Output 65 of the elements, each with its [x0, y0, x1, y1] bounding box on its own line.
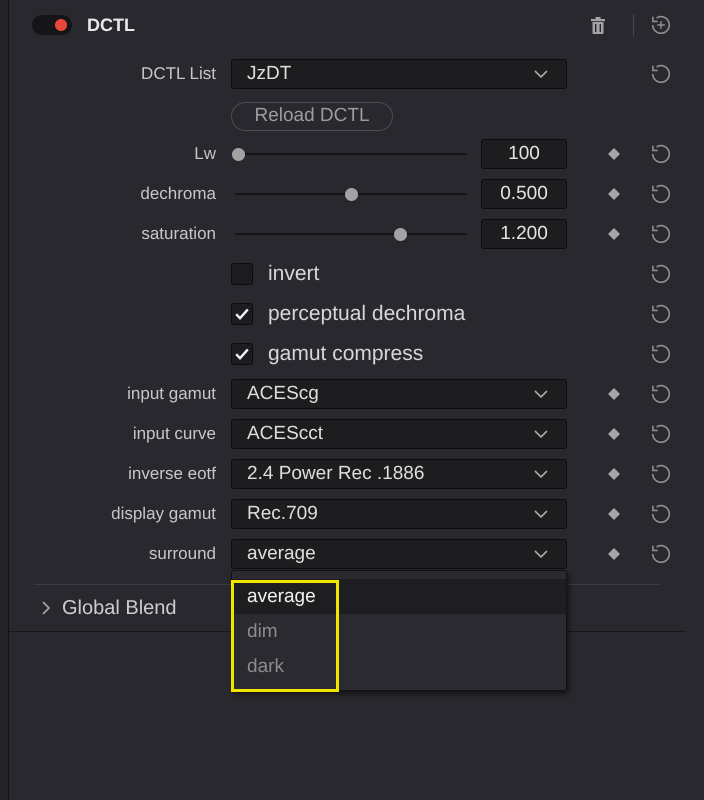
checkbox[interactable]: [231, 343, 253, 365]
keyframe-diamond-icon[interactable]: [608, 468, 620, 480]
checkbox-label: perceptual dechroma: [268, 302, 466, 326]
param-label: inverse eotf: [128, 464, 216, 484]
reset-icon[interactable]: [650, 383, 672, 405]
dropdown[interactable]: 2.4 Power Rec .1886: [231, 459, 567, 489]
toggle-switch[interactable]: [32, 15, 72, 35]
param-label: dechroma: [140, 184, 216, 204]
chevron-down-icon: [534, 70, 548, 78]
dropdown[interactable]: average: [231, 539, 567, 569]
trash-icon[interactable]: [591, 16, 605, 34]
dropdown[interactable]: ACEScg: [231, 379, 567, 409]
reload-button[interactable]: Reload DCTL: [231, 102, 393, 130]
slider-thumb[interactable]: [232, 148, 245, 160]
param-label: surround: [148, 544, 216, 564]
param-label: saturation: [141, 224, 216, 244]
reset-icon[interactable]: [650, 183, 672, 205]
reset-icon[interactable]: [650, 63, 672, 85]
reset-icon[interactable]: [650, 343, 672, 365]
checkbox-label: invert: [268, 262, 320, 286]
param-label: display gamut: [111, 504, 216, 524]
slider-thumb[interactable]: [394, 228, 407, 240]
value-field[interactable]: 1.200: [481, 219, 567, 249]
dropdown[interactable]: Rec.709: [231, 499, 567, 529]
chevron-down-icon: [534, 470, 548, 478]
check-icon: [235, 348, 249, 360]
checkbox[interactable]: [231, 263, 253, 285]
chevron-down-icon: [534, 430, 548, 438]
node-title: DCTL: [87, 14, 135, 36]
reset-icon[interactable]: [650, 303, 672, 325]
param-label: DCTL List: [141, 64, 216, 84]
keyframe-diamond-icon[interactable]: [608, 188, 620, 200]
reset-icon[interactable]: [650, 543, 672, 565]
keyframe-diamond-icon[interactable]: [608, 428, 620, 440]
param-label: input curve: [132, 424, 216, 444]
check-icon: [235, 308, 249, 320]
reset-icon[interactable]: [650, 463, 672, 485]
keyframe-diamond-icon[interactable]: [608, 508, 620, 520]
section-header[interactable]: Global Blend: [42, 596, 177, 620]
checkbox[interactable]: [231, 303, 253, 325]
chevron-down-icon: [534, 550, 548, 558]
chevron-icon: [42, 601, 50, 615]
keyframe-diamond-icon[interactable]: [608, 388, 620, 400]
chevron-down-icon: [534, 510, 548, 518]
reset-icon[interactable]: [650, 423, 672, 445]
chevron-down-icon: [534, 390, 548, 398]
menu-item[interactable]: average: [232, 579, 566, 614]
menu-item[interactable]: dim: [232, 614, 566, 649]
checkbox-label: gamut compress: [268, 342, 424, 366]
keyframe-diamond-icon[interactable]: [608, 548, 620, 560]
reset-icon[interactable]: [650, 503, 672, 525]
dropdown[interactable]: JzDT: [231, 59, 567, 89]
reset-add-icon[interactable]: [650, 14, 672, 36]
menu-item[interactable]: dark: [232, 649, 566, 684]
param-label: input gamut: [127, 384, 216, 404]
slider-thumb[interactable]: [344, 188, 358, 200]
reset-icon[interactable]: [650, 143, 672, 165]
dropdown[interactable]: ACEScct: [231, 419, 567, 449]
reset-icon[interactable]: [650, 263, 672, 285]
keyframe-diamond-icon[interactable]: [608, 148, 620, 160]
param-label: Lw: [194, 144, 216, 164]
keyframe-diamond-icon[interactable]: [608, 228, 620, 240]
reset-icon[interactable]: [650, 223, 672, 245]
value-field[interactable]: 100: [481, 139, 567, 169]
value-field[interactable]: 0.500: [481, 179, 567, 209]
